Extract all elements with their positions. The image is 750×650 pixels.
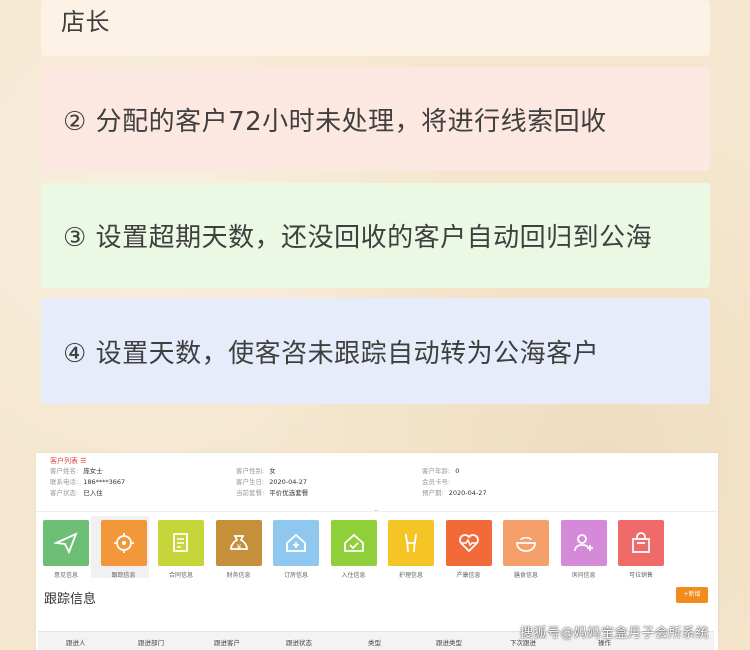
module-tile-label: 意见信息 — [53, 572, 78, 579]
shopping-bag-icon — [632, 532, 650, 553]
module-tile[interactable] — [618, 520, 664, 566]
card-text: 店长 — [61, 7, 110, 36]
breadcrumb[interactable]: 客户列表 ☰ — [50, 456, 87, 466]
user-add-icon — [573, 534, 593, 552]
module-tile[interactable]: ¥ — [215, 520, 262, 566]
customer-info-left: 客户姓名: 庞女士 联系电话: 186****3667 客户状态: 已入住 — [50, 467, 126, 497]
module-tile-label: 护理信息 — [398, 572, 423, 579]
paper-plane-icon — [54, 532, 78, 555]
card-rule-3: ③ 设置超期天数，还没回收的客户自动回归到公海 — [41, 183, 710, 288]
bowl-icon — [516, 536, 536, 552]
table-header-cell: 跟进客户 — [214, 639, 240, 647]
module-tile[interactable] — [388, 520, 434, 566]
card-rule-4: ④ 设置天数，使客咨未跟踪自动转为公海客户 — [41, 298, 710, 404]
table-header-cell: 类型 — [368, 639, 381, 647]
house-check-icon — [343, 533, 364, 552]
module-tile-label: 可拉销售 — [628, 572, 653, 579]
money-bag-icon: ¥ — [229, 535, 248, 551]
table-header-cell: 跟进人 — [66, 639, 86, 647]
module-tile[interactable] — [100, 520, 147, 566]
contract-icon — [173, 533, 188, 552]
module-tile[interactable] — [43, 520, 89, 566]
module-tile[interactable] — [560, 520, 607, 566]
module-tile-label: 财务信息 — [226, 572, 251, 579]
customer-info-right: 客户年龄: 0 会员卡号: 预产期: 2020-04-27 — [422, 467, 487, 497]
card-text: ④ 设置天数，使客咨未跟踪自动转为公海客户 — [63, 338, 600, 369]
target-icon — [113, 533, 134, 553]
module-tile[interactable] — [273, 520, 319, 566]
card-store-manager: 店长 — [41, 0, 710, 56]
svg-text:¥: ¥ — [236, 543, 241, 551]
module-tile-label: 膳食信息 — [513, 572, 538, 579]
module-tile-label: 入住信息 — [341, 572, 366, 579]
module-tile[interactable] — [503, 520, 549, 566]
customer-info-middle: 客户性别: 女 客户生日: 2020-04-27 当前套餐: 平价优选套餐 — [236, 467, 309, 497]
house-plus-icon — [286, 533, 306, 552]
module-tile-label: 跟踪信息 — [111, 572, 136, 579]
body-icon — [405, 533, 417, 553]
card-text: ③ 设置超期天数，还没回收的客户自动回归到公海 — [63, 223, 653, 253]
section-title: 跟踪信息 — [44, 592, 97, 607]
heart-pulse-icon — [458, 534, 479, 553]
add-button[interactable]: +新增 — [676, 587, 708, 603]
module-tile-label: 产康信息 — [456, 572, 481, 579]
table-header-cell: 跟进状态 — [286, 639, 312, 647]
table-header-cell: 跟进部门 — [138, 639, 164, 647]
module-tile[interactable] — [330, 520, 377, 566]
module-tile-label: 询问信息 — [571, 572, 596, 579]
table-header-cell: 跟进类型 — [436, 639, 462, 647]
card-rule-2: ② 分配的客户72小时未处理，将进行线索回收 — [41, 67, 710, 171]
module-tile[interactable] — [445, 520, 492, 566]
crm-screenshot-panel: 客户列表 ☰ 客户姓名: 庞女士 联系电话: 186****3667 客户状态: 已入… — [36, 453, 718, 650]
module-tile-label: 合同信息 — [168, 572, 193, 579]
module-tile-label: 订房信息 — [283, 572, 308, 579]
divider — [36, 511, 718, 512]
card-text: ② 分配的客户72小时未处理，将进行线索回收 — [63, 106, 607, 137]
watermark: 搜狐号@妈妈宝盒月子会所系统 — [520, 626, 710, 641]
module-tile[interactable] — [158, 520, 204, 566]
chevron-down-icon[interactable]: ⌄ — [373, 505, 380, 514]
